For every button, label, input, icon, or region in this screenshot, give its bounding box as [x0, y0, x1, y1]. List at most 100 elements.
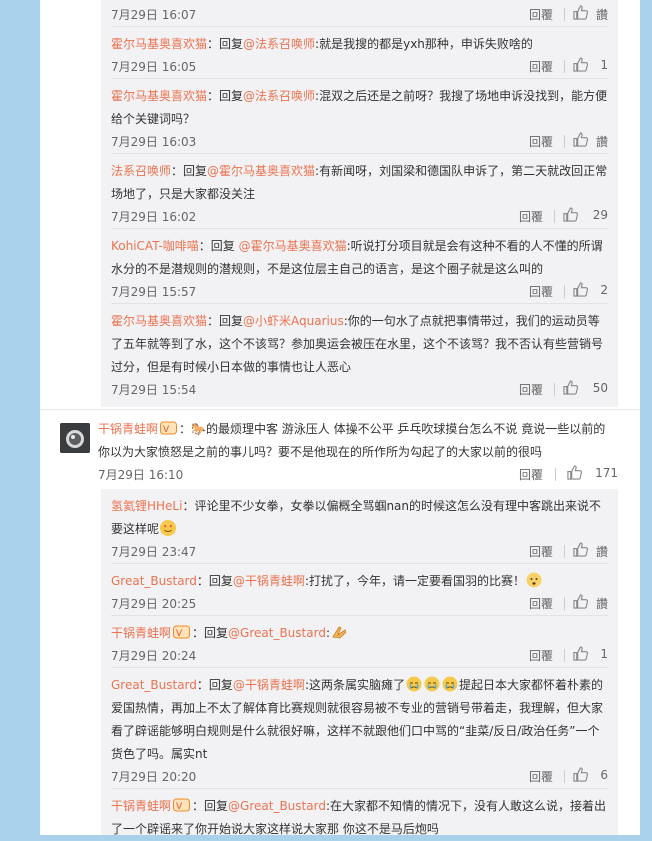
like-count: 1: [600, 58, 608, 72]
reply-button[interactable]: 回覆: [529, 6, 553, 23]
reply-item: 干锅青蛙啊 V ：回复@Great_Bustard:在大家都不知情的情况下，没有人敢…: [111, 788, 608, 841]
reply-button[interactable]: 回覆: [519, 208, 543, 225]
reply-meta: 7月29日 15:54 回覆 50: [111, 379, 608, 401]
reply-time: 7月29日 16:02: [111, 210, 197, 224]
reply-time: 7月29日 23:47: [111, 545, 197, 559]
reply-button[interactable]: 回覆: [529, 58, 553, 75]
user-link[interactable]: 霍尔马基奥喜欢猫: [111, 314, 207, 328]
mention-link[interactable]: @霍尔马基奥喜欢猫: [207, 164, 315, 178]
comment-time: 7月29日 16:10: [98, 468, 184, 482]
mention-link[interactable]: @小虾米Aquarius: [243, 314, 344, 328]
comment-divider: [40, 409, 640, 410]
like-count: 讚: [595, 135, 608, 149]
like-icon[interactable]: [567, 465, 583, 483]
user-avatar[interactable]: [60, 423, 90, 453]
mention-link[interactable]: @干锅青蛙啊: [233, 574, 305, 588]
like-icon[interactable]: [573, 282, 589, 300]
like-icon[interactable]: [573, 646, 589, 664]
like-count: 讚: [595, 8, 608, 22]
divider: [555, 468, 556, 481]
reply-body: :这两条属实脑瘫了: [304, 678, 405, 692]
reply-text: 法系召唤师：回复@霍尔马基奥喜欢猫:有新闻呀，刘国梁和德国队申诉了，第二天就改回…: [111, 160, 608, 206]
reply-time: 7月29日 15:54: [111, 383, 197, 397]
reply-item: 霍尔马基奥喜欢猫：回复@法系召唤师:混双之后还是之前呀？我搜了场地申诉没找到，能…: [111, 78, 608, 153]
reply-meta: 7月29日 16:07 回覆 讚: [111, 4, 608, 26]
vip-badge-icon: V: [173, 624, 191, 639]
reply-meta: 7月29日 20:20 回覆 6: [111, 766, 608, 788]
like-count: 1: [600, 647, 608, 661]
like-count: 171: [595, 466, 618, 480]
reply-item: 氢氦锂HHeLi：评论里不少女拳，女拳以偏概全骂蝈nan的时候这怎么没有理中客跳…: [111, 489, 608, 563]
reply-meta: 7月29日 16:05 回覆 1: [111, 56, 608, 78]
heart-eyes-emoji-icon: [160, 520, 177, 536]
mention-link[interactable]: @法系召唤师: [243, 89, 315, 103]
user-link[interactable]: Great_Bustard: [111, 678, 197, 692]
user-link[interactable]: 霍尔马基奥喜欢猫: [111, 37, 207, 51]
reply-meta: 7月29日 15:57 回覆 2: [111, 281, 608, 303]
reply-button[interactable]: 回覆: [519, 466, 543, 483]
user-link[interactable]: Great_Bustard: [111, 574, 197, 588]
reply-meta: 7月29日 20:24 回覆 1: [111, 645, 608, 667]
reply-prefix: ：回复: [171, 164, 208, 178]
reply-item: 霍尔马基奥喜欢猫：回复@小虾米Aquarius:你的一句水了点就把事情带过，我们…: [111, 303, 608, 401]
divider: [564, 770, 565, 783]
reply-text: 霍尔马基奥喜欢猫：回复@法系召唤师:混双之后还是之前呀？我搜了场地申诉没找到，能…: [111, 85, 608, 131]
reply-body: :: [325, 626, 330, 640]
reply-button[interactable]: 回覆: [529, 543, 553, 560]
user-link[interactable]: 干锅青蛙啊: [98, 422, 158, 436]
divider: [564, 285, 565, 298]
mention-link[interactable]: @Great_Bustard: [228, 799, 326, 813]
user-link[interactable]: 氢氦锂HHeLi: [111, 499, 182, 513]
reply-button[interactable]: 回覆: [529, 647, 553, 664]
svg-text:V: V: [163, 425, 170, 435]
user-link[interactable]: 干锅青蛙啊: [111, 626, 171, 640]
mention-link[interactable]: @法系召唤师: [243, 37, 315, 51]
reply-text: Great_Bustard：回复@干锅青蛙啊:这两条属实脑瘫了 提起日本大家都怀着…: [111, 674, 608, 766]
reply-button[interactable]: 回覆: [529, 283, 553, 300]
reply-body: :就是我搜的都是yxh那种，申诉失败啥的: [315, 37, 533, 51]
reply-item: Great_Bustard：回复@干锅青蛙啊:打扰了，今年，请一定要看国羽的比赛…: [111, 563, 608, 615]
reply-button[interactable]: 回覆: [519, 381, 543, 398]
like-count: 50: [592, 381, 608, 395]
mention-link[interactable]: @霍尔马基奥喜欢猫: [239, 239, 347, 253]
mention-link[interactable]: @干锅青蛙啊: [233, 678, 305, 692]
like-icon[interactable]: [563, 207, 579, 225]
reply-prefix: ：回复: [207, 89, 244, 103]
like-count: 29: [592, 208, 608, 222]
like-count: 讚: [595, 545, 608, 559]
reply-text: 霍尔马基奥喜欢猫：回复@小虾米Aquarius:你的一句水了点就把事情带过，我们…: [111, 310, 608, 379]
like-icon[interactable]: [563, 380, 579, 398]
like-icon[interactable]: [573, 5, 589, 23]
like-icon[interactable]: [573, 57, 589, 75]
reply-text: 霍尔马基奥喜欢猫：回复@法系召唤师:就是我搜的都是yxh那种，申诉失败啥的: [111, 33, 608, 56]
user-link[interactable]: 干锅青蛙啊: [111, 799, 171, 813]
reply-time: 7月29日 20:20: [111, 770, 197, 784]
clap-hands-emoji-icon: [331, 624, 347, 640]
reply-button[interactable]: 回覆: [529, 133, 553, 150]
mention-link[interactable]: @Great_Bustard: [228, 626, 326, 640]
like-icon[interactable]: [573, 132, 589, 150]
reply-item: 干锅青蛙啊 V ：回复@Great_Bustard: 7月29日 20:24 回覆 …: [111, 615, 608, 667]
reply-meta: 7月29日 23:47 回覆 讚: [111, 541, 608, 563]
user-link[interactable]: 法系召唤师: [111, 164, 171, 178]
crying-emoji-icon: [406, 676, 422, 692]
reply-time: 7月29日 16:03: [111, 135, 197, 149]
reply-button[interactable]: 回覆: [529, 768, 553, 785]
reply-time: 7月29日 20:25: [111, 597, 197, 611]
reply-button[interactable]: 回覆: [529, 595, 553, 612]
divider: [564, 649, 565, 662]
like-icon[interactable]: [573, 594, 589, 612]
reply-meta: 7月29日 16:02 回覆 29: [111, 206, 608, 228]
reply-prefix: ：回复: [192, 799, 229, 813]
user-link[interactable]: 霍尔马基奥喜欢猫: [111, 89, 207, 103]
user-link[interactable]: KohiCAT-咖啡喵: [111, 239, 199, 253]
reply-prefix: ：回复: [196, 678, 233, 692]
like-icon[interactable]: [573, 767, 589, 785]
reply-body: ：评论里不少女拳，女拳以偏概全骂蝈nan的时候这怎么没有理中客跳出来说不要这样呢: [111, 499, 602, 536]
like-icon[interactable]: [573, 542, 589, 560]
reply-prefix: ：回复: [198, 239, 239, 253]
reply-prefix: ：回复: [196, 574, 233, 588]
reply-item: Great_Bustard：回复@干锅青蛙啊:这两条属实脑瘫了 提起日本大家都怀着…: [111, 667, 608, 788]
divider: [554, 210, 555, 223]
reply-thread-top: 7月29日 16:07 回覆 讚 霍尔马基奥喜欢猫：回复@法系召唤师:就是我搜的…: [101, 0, 618, 407]
